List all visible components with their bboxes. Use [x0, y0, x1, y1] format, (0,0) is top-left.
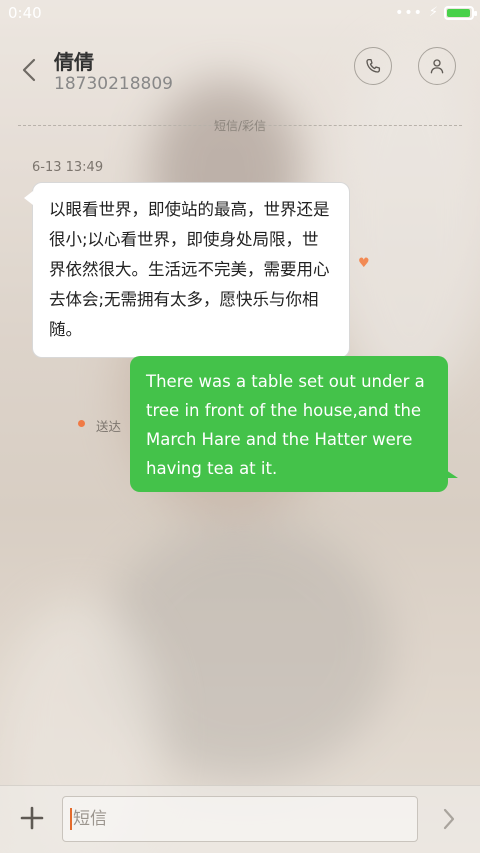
- text-cursor: [70, 808, 72, 830]
- message-input-box[interactable]: [62, 796, 418, 842]
- chevron-left-icon: [22, 58, 36, 82]
- contact-name: 倩倩: [54, 50, 94, 74]
- composer-bar: [0, 785, 480, 853]
- outgoing-message-bubble[interactable]: There was a table set out under a tree i…: [130, 356, 458, 492]
- status-time: 0:40: [8, 4, 42, 22]
- conversation-header: 倩倩 18730218809: [0, 36, 480, 106]
- back-button[interactable]: [18, 56, 42, 84]
- message-timestamp: 6-13 13:49: [32, 160, 104, 175]
- message-input[interactable]: [63, 797, 417, 841]
- incoming-message-bubble[interactable]: 以眼看世界，即使站的最高，世界还是很小;以心看世界，即使身处局限，世界依然很大。…: [24, 182, 350, 358]
- more-dots-icon: •••: [395, 5, 423, 21]
- divider-label-text: 短信/彩信: [213, 119, 267, 133]
- call-button[interactable]: [354, 47, 392, 85]
- person-icon: [430, 59, 444, 74]
- add-attachment-button[interactable]: [18, 804, 46, 832]
- status-bar: 0:40 ••• ⚡: [0, 0, 480, 28]
- contact-number: 18730218809: [54, 74, 173, 94]
- phone-icon: [366, 58, 381, 73]
- chevron-right-icon: [443, 808, 455, 830]
- status-icons: ••• ⚡: [395, 5, 477, 21]
- plus-icon: [20, 806, 44, 830]
- battery-level: [447, 9, 471, 17]
- battery-icon: [444, 6, 477, 20]
- heart-icon[interactable]: ♥: [358, 256, 370, 271]
- charging-bolt-icon: ⚡: [428, 5, 438, 20]
- profile-button[interactable]: [418, 47, 456, 85]
- delivery-status-text: 送达: [96, 419, 122, 434]
- divider-label: 短信/彩信: [0, 117, 480, 134]
- delivery-status-dot: [78, 420, 85, 427]
- send-button[interactable]: [440, 806, 458, 832]
